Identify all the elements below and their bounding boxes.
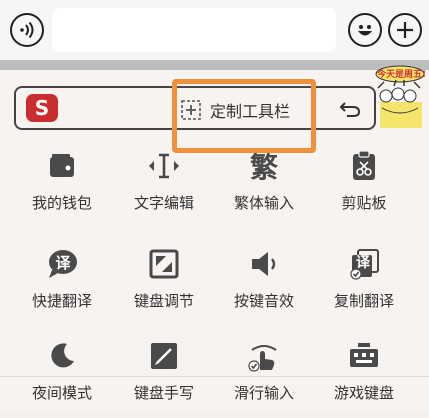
tool-text-edit[interactable]: 文字编辑 bbox=[114, 148, 214, 228]
key-sound-icon bbox=[246, 246, 282, 282]
tool-keyboard-adjust[interactable]: 键盘调节 bbox=[114, 246, 214, 326]
highlight-box bbox=[172, 79, 316, 153]
tool-traditional[interactable]: 繁 繁体输入 bbox=[214, 148, 314, 228]
undo-icon[interactable] bbox=[338, 98, 362, 120]
tool-label: 夜间模式 bbox=[31, 384, 92, 402]
tool-quick-translate[interactable]: 译 快捷翻译 bbox=[12, 246, 112, 326]
separator bbox=[0, 60, 429, 70]
keyboard-adjust-icon bbox=[146, 246, 182, 282]
sticker-image[interactable]: 今天是周五! bbox=[374, 62, 426, 130]
copy-translate-icon: 译 bbox=[346, 246, 382, 282]
text-input[interactable] bbox=[52, 8, 336, 52]
text-edit-icon bbox=[146, 148, 182, 184]
sogou-logo-icon[interactable]: S bbox=[26, 94, 58, 122]
tool-label: 游戏键盘 bbox=[333, 384, 394, 402]
tool-label: 我的钱包 bbox=[31, 194, 92, 212]
swipe-icon bbox=[246, 338, 282, 374]
tool-copy-translate[interactable]: 译 复制翻译 bbox=[314, 246, 414, 326]
tool-label: 剪贴板 bbox=[341, 194, 387, 212]
quick-translate-icon: 译 bbox=[44, 246, 80, 282]
traditional-glyph: 繁 bbox=[249, 151, 278, 184]
tool-handwrite[interactable]: 键盘手写 bbox=[114, 338, 214, 418]
tool-label: 文字编辑 bbox=[133, 194, 194, 212]
traditional-icon: 繁 bbox=[246, 148, 282, 184]
logo-letter: S bbox=[34, 96, 50, 120]
tool-clipboard[interactable]: 剪贴板 bbox=[314, 148, 414, 228]
wallet-icon bbox=[44, 148, 80, 184]
tool-label: 快捷翻译 bbox=[31, 292, 92, 310]
handwrite-icon bbox=[146, 338, 182, 374]
tool-label: 键盘手写 bbox=[133, 384, 194, 402]
tool-swipe[interactable]: 滑行输入 bbox=[214, 338, 314, 418]
tool-night-mode[interactable]: 夜间模式 bbox=[12, 338, 112, 418]
tool-label: 滑行输入 bbox=[233, 384, 294, 402]
tool-label: 繁体输入 bbox=[233, 194, 294, 212]
smile-icon[interactable] bbox=[348, 13, 382, 47]
tool-label: 键盘调节 bbox=[133, 292, 194, 310]
copy-translate-glyph: 译 bbox=[356, 255, 370, 271]
tool-label: 复制翻译 bbox=[333, 292, 394, 310]
tool-wallet[interactable]: 我的钱包 bbox=[12, 148, 112, 228]
game-keyboard-icon bbox=[346, 338, 382, 374]
clipboard-icon bbox=[346, 148, 382, 184]
tool-label: 按键音效 bbox=[233, 292, 294, 310]
translate-glyph: 译 bbox=[55, 253, 71, 272]
tool-game-keyboard[interactable]: 游戏键盘 bbox=[314, 338, 414, 418]
moon-icon bbox=[44, 338, 80, 374]
voice-icon[interactable] bbox=[10, 13, 44, 47]
divider bbox=[0, 376, 429, 377]
tool-key-sound[interactable]: 按键音效 bbox=[214, 246, 314, 326]
plus-icon[interactable] bbox=[388, 13, 422, 47]
sticker-text: 今天是周五! bbox=[377, 70, 427, 80]
